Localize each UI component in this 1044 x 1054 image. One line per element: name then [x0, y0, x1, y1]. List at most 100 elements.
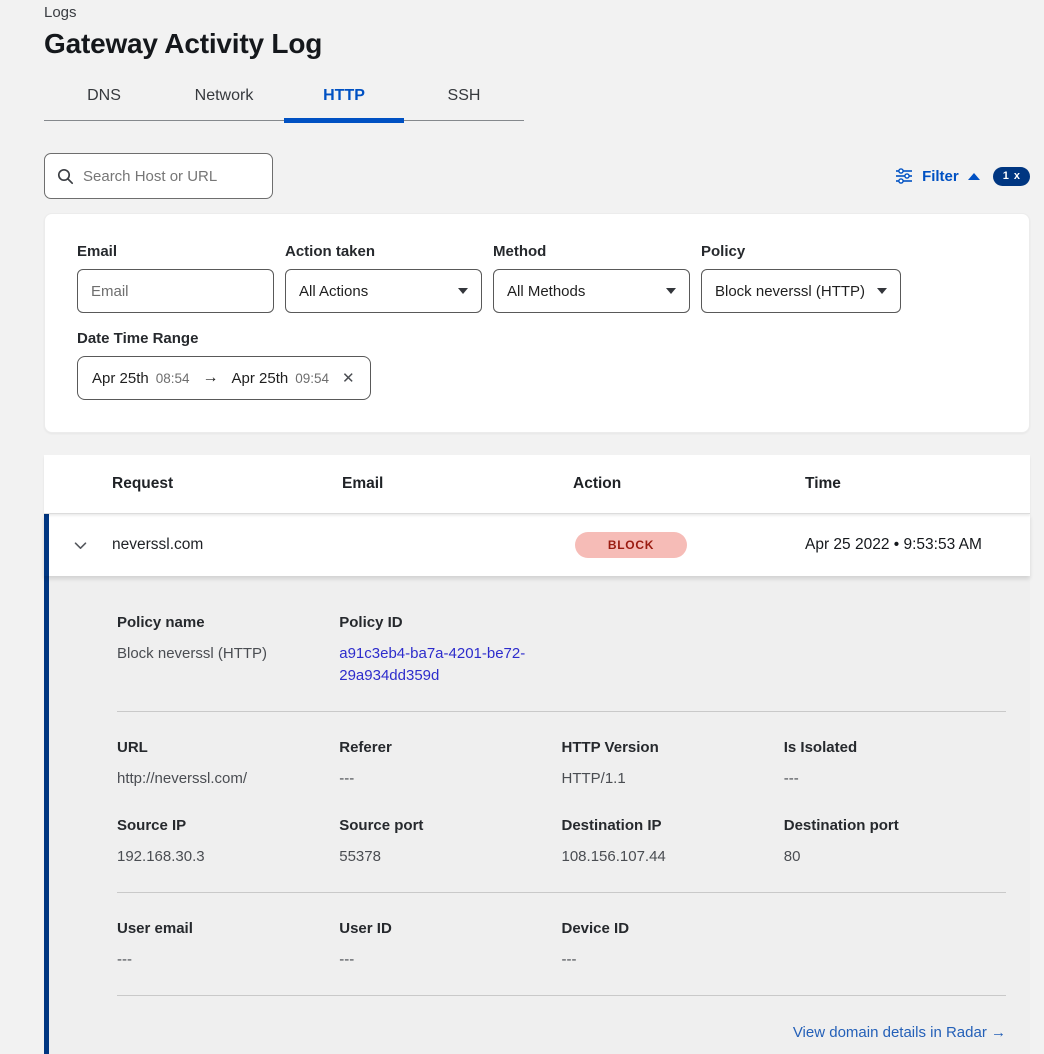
detail-label: User ID — [339, 920, 561, 937]
field-label: Email — [77, 243, 274, 260]
filter-sliders-icon — [895, 168, 913, 184]
detail-field-url: URL http://neverssl.com/ — [117, 739, 339, 790]
detail-value-link[interactable]: a91c3eb4-ba7a-4201-be72-29a934dd359d — [339, 643, 531, 687]
detail-label: Source IP — [117, 817, 339, 834]
filter-count-badge[interactable]: 1 x — [993, 167, 1030, 186]
end-date[interactable]: Apr 25th — [232, 370, 289, 387]
detail-field-source-ip: Source IP 192.168.30.3 — [117, 817, 339, 868]
filter-label: Filter — [922, 168, 959, 185]
detail-section: Policy name Block neverssl (HTTP)Policy I… — [117, 614, 1006, 687]
filter-field-action-taken: Action taken All Actions — [285, 243, 482, 313]
chevron-down-icon[interactable] — [72, 537, 89, 554]
detail-field-device-id: Device ID --- — [562, 920, 784, 971]
detail-value: Block neverssl (HTTP) — [117, 643, 339, 665]
field-label: Action taken — [285, 243, 482, 260]
start-time[interactable]: 08:54 — [156, 371, 190, 386]
detail-value: HTTP/1.1 — [562, 768, 784, 790]
tab-ssh[interactable]: SSH — [404, 74, 524, 120]
policy-select[interactable]: Block neverssl (HTTP) — [701, 269, 901, 313]
detail-label: Source port — [339, 817, 561, 834]
detail-field-destination-port: Destination port80 — [784, 817, 1006, 868]
detail-value: 55378 — [339, 846, 561, 868]
detail-section: Source IP192.168.30.3Source port55378Des… — [117, 817, 1006, 868]
column-header-action: Action — [573, 475, 805, 493]
date-range-label: Date Time Range — [77, 330, 997, 347]
detail-label: Policy name — [117, 614, 339, 631]
breadcrumb[interactable]: Logs — [44, 4, 1030, 21]
radar-link[interactable]: View domain details in Radar → — [793, 1024, 1006, 1041]
range-arrow-icon: → — [203, 369, 219, 387]
detail-label: HTTP Version — [562, 739, 784, 756]
section-divider — [117, 995, 1006, 996]
select-value: All Methods — [507, 283, 585, 300]
filter-field-email: Email — [77, 243, 274, 313]
table-row[interactable]: neverssl.com BLOCK Apr 25 2022 • 9:53:53… — [44, 514, 1030, 576]
section-divider — [117, 892, 1006, 893]
detail-field-is-isolated: Is Isolated --- — [784, 739, 1006, 790]
filter-clear[interactable]: x — [1014, 170, 1020, 182]
detail-field-user-email: User email --- — [117, 920, 339, 971]
action-block-badge: BLOCK — [575, 532, 687, 558]
detail-field-destination-ip: Destination IP 108.156.107.44 — [562, 817, 784, 868]
request-host[interactable]: neverssl.com — [112, 536, 203, 553]
detail-label: Is Isolated — [784, 739, 1006, 756]
select-value: All Actions — [299, 283, 368, 300]
tab-http[interactable]: HTTP — [284, 74, 404, 120]
field-label: Policy — [701, 243, 901, 260]
search-input[interactable] — [83, 168, 260, 185]
detail-field-source-port: Source port 55378 — [339, 817, 561, 868]
filter-toggle-button[interactable]: Filter 1 x — [895, 167, 1030, 186]
detail-field-policy-id: Policy ID a91c3eb4-ba7a-4201-be72-29a934d… — [339, 614, 561, 687]
detail-label: Policy ID — [339, 614, 561, 631]
filter-fields-row: Email Action taken All Actions Method All Me… — [77, 243, 997, 313]
filter-count: 1 — [1003, 170, 1009, 182]
detail-label: Destination IP — [562, 817, 784, 834]
chevron-down-icon — [877, 288, 887, 294]
detail-value: --- — [784, 768, 1006, 790]
end-time[interactable]: 09:54 — [295, 371, 329, 386]
start-date[interactable]: Apr 25th — [92, 370, 149, 387]
date-range-picker[interactable]: Apr 25th 08:54 → Apr 25th 09:54 ✕ — [77, 356, 371, 400]
radar-link-row: View domain details in Radar → — [117, 1024, 1006, 1042]
date-range-field: Date Time Range Apr 25th 08:54 → Apr 25t… — [77, 330, 997, 400]
detail-value: --- — [339, 768, 561, 790]
chevron-down-icon — [666, 288, 676, 294]
detail-section: URL http://neverssl.com/Referer ---HTTP Ve… — [117, 739, 1006, 790]
column-header-request: Request — [112, 475, 342, 493]
collapse-caret-icon[interactable] — [968, 173, 980, 180]
detail-value: 108.156.107.44 — [562, 846, 784, 868]
select-value: Block neverssl (HTTP) — [715, 283, 865, 300]
detail-value: --- — [562, 949, 784, 971]
search-icon — [57, 168, 74, 185]
field-label: Method — [493, 243, 690, 260]
detail-value: http://neverssl.com/ — [117, 768, 339, 790]
tab-dns[interactable]: DNS — [44, 74, 164, 120]
detail-label: Destination port — [784, 817, 1006, 834]
table-header-row: RequestEmailActionTime — [44, 455, 1030, 514]
detail-field-referer: Referer --- — [339, 739, 561, 790]
tabs: DNSNetworkHTTPSSH — [44, 74, 524, 121]
page-content: Logs Gateway Activity Log DNSNetworkHTTP… — [44, 0, 1030, 1054]
detail-label: User email — [117, 920, 339, 937]
activity-table: RequestEmailActionTime neverssl.com BLOC… — [44, 455, 1030, 1054]
action-taken-select[interactable]: All Actions — [285, 269, 482, 313]
chevron-down-icon — [458, 288, 468, 294]
email-field[interactable] — [91, 283, 260, 300]
toolbar: Filter 1 x — [44, 153, 1030, 199]
email-input[interactable] — [77, 269, 274, 313]
search-box[interactable] — [44, 153, 273, 199]
method-select[interactable]: All Methods — [493, 269, 690, 313]
detail-label: Referer — [339, 739, 561, 756]
detail-value: 192.168.30.3 — [117, 846, 339, 868]
filter-field-policy: Policy Block neverssl (HTTP) — [701, 243, 901, 313]
clear-date-range-icon[interactable]: ✕ — [342, 369, 355, 387]
detail-section: User email ---User ID---Device ID --- — [117, 920, 1006, 971]
detail-label: Device ID — [562, 920, 784, 937]
detail-field-user-id: User ID--- — [339, 920, 561, 971]
detail-label: URL — [117, 739, 339, 756]
column-header-email: Email — [342, 475, 573, 493]
tab-network[interactable]: Network — [164, 74, 284, 120]
filter-panel: Email Action taken All Actions Method All Me… — [44, 213, 1030, 433]
detail-sections: Policy name Block neverssl (HTTP)Policy I… — [117, 614, 1006, 996]
detail-value: --- — [117, 949, 339, 971]
